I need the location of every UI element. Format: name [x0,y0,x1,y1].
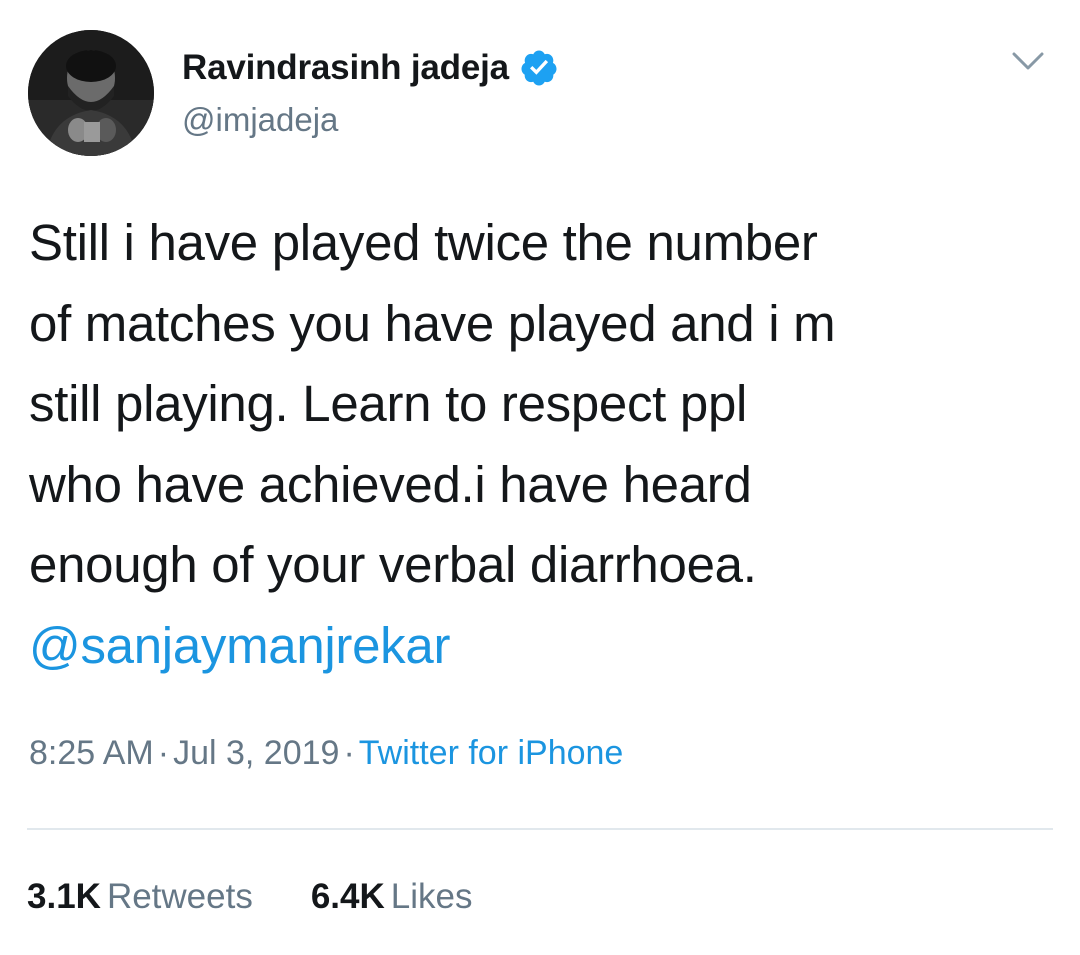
author-handle[interactable]: @imjadeja [182,101,338,139]
author-name-row: Ravindrasinh jadeja [182,42,559,94]
mention-link[interactable]: @sanjaymanjrekar [29,606,1059,687]
tweet-text-line: who have achieved.i have heard [29,455,752,513]
tweet-text-line: enough of your verbal diarrhoea. [29,536,757,593]
tweet-text-line: still playing. Learn to respect ppl [29,375,748,432]
engagement-stats: 3.1K Retweets 6.4K Likes [27,877,473,917]
tweet-text-line: Still i have played twice the number [29,214,818,271]
avatar[interactable] [28,30,154,156]
meta-separator: · [157,734,170,772]
likes-label: Likes [390,877,473,916]
tweet-date[interactable]: Jul 3, 2019 [173,734,339,772]
likes-count: 6.4K [310,877,385,916]
meta-separator: · [343,734,355,772]
retweets-count: 3.1K [27,877,101,916]
likes-stat[interactable]: 6.4K Likes [311,877,473,917]
tweet-time[interactable]: 8:25 AM [29,734,154,772]
author-display-name[interactable]: Ravindrasinh jadeja [182,48,509,88]
divider [27,828,1053,830]
tweet-card: Ravindrasinh jadeja @imjadeja Still i ha… [0,0,1080,955]
tweet-metadata: 8:25 AM · Jul 3, 2019 · Twitter for iPhone [29,734,623,773]
verified-badge-icon [521,50,557,86]
tweet-source-link[interactable]: Twitter for iPhone [359,734,624,772]
tweet-text-line: of matches you have played and i m [29,294,836,352]
tweet-text: Still i have played twice the number of … [29,203,1059,686]
chevron-down-icon[interactable] [1010,48,1046,76]
retweets-label: Retweets [106,877,253,916]
retweets-stat[interactable]: 3.1K Retweets [27,877,253,917]
avatar-photo [28,30,154,156]
